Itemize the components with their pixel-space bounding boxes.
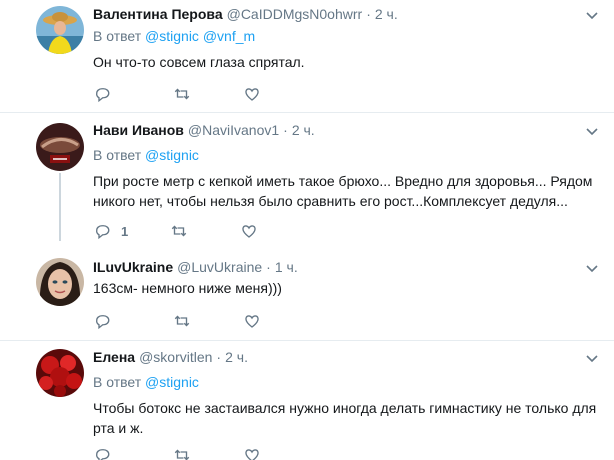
reply-icon <box>96 315 110 330</box>
timestamp[interactable]: 2 ч. <box>292 122 315 138</box>
retweet-button[interactable] <box>173 85 191 103</box>
separator: · <box>266 259 271 275</box>
reply-button[interactable] <box>93 85 121 103</box>
avatar[interactable] <box>36 258 84 306</box>
author-handle[interactable]: @skorvitlen <box>139 349 212 365</box>
author-name[interactable]: Елена <box>93 349 135 365</box>
caret-down-icon[interactable] <box>586 353 598 365</box>
retweet-button[interactable] <box>173 446 191 460</box>
tweet-actions <box>93 311 313 331</box>
tweet-actions <box>93 445 313 460</box>
retweet-icon <box>174 449 190 460</box>
reply-icon <box>96 449 110 460</box>
reply-to-mentions[interactable]: @stignic <box>145 147 199 163</box>
tweet-header: Елена @skorvitlen · 2 ч. <box>93 349 248 369</box>
tweet-text: При росте метр с кепкой иметь такое брюх… <box>93 173 593 209</box>
like-button[interactable] <box>243 312 261 330</box>
like-button[interactable] <box>243 85 261 103</box>
reply-to-mentions[interactable]: @stignic @vnf_m <box>145 28 255 44</box>
reply-to-label: В ответ <box>93 147 142 163</box>
reply-button[interactable]: 1 <box>93 222 128 240</box>
retweet-button[interactable] <box>170 222 188 240</box>
timestamp[interactable]: 1 ч. <box>275 259 298 275</box>
reply-to-label: В ответ <box>93 28 142 44</box>
tweet-actions <box>93 84 313 104</box>
reply-to-mentions[interactable]: @stignic <box>145 374 199 390</box>
timestamp[interactable]: 2 ч. <box>225 349 248 365</box>
like-icon <box>242 225 256 238</box>
author-name[interactable]: ILuvUkraine <box>93 259 173 275</box>
retweet-icon <box>174 88 190 100</box>
tweet-text: Он что-то совсем глаза спрятал. <box>93 54 305 70</box>
like-icon <box>245 315 259 328</box>
reply-count: 1 <box>121 223 129 239</box>
retweet-button[interactable] <box>173 312 191 330</box>
tweet-actions: 1 <box>93 221 310 241</box>
like-button[interactable] <box>240 222 258 240</box>
reply-button[interactable] <box>93 312 121 330</box>
tweet-header: Валентина Перова @CaIDDMgsN0ohwrr · 2 ч. <box>93 6 398 26</box>
reply-to-label: В ответ <box>93 374 142 390</box>
caret-down-icon[interactable] <box>586 126 598 138</box>
caret-down-icon[interactable] <box>586 263 598 275</box>
avatar[interactable] <box>36 123 84 171</box>
tweet-text: 163см- немного ниже меня))) <box>93 280 282 296</box>
caret-down-icon[interactable] <box>586 10 598 22</box>
retweet-icon <box>174 315 190 327</box>
reply-icon <box>96 88 110 103</box>
like-button[interactable] <box>243 446 261 460</box>
separator: · <box>283 122 288 138</box>
author-handle[interactable]: @NaviIvanov1 <box>188 122 279 138</box>
tweet-header: Нави Иванов @NaviIvanov1 · 2 ч. <box>93 122 315 142</box>
separator: · <box>366 6 371 22</box>
separator: · <box>216 349 222 365</box>
like-icon <box>245 449 259 460</box>
retweet-icon <box>172 225 187 237</box>
reply-to-line: В ответ @stignic <box>93 374 199 390</box>
thread-line <box>59 173 61 241</box>
tweet-2[interactable]: Нави Иванов @NaviIvanov1 · 2 ч. В ответ … <box>0 113 614 250</box>
reply-to-line: В ответ @stignic <box>93 147 199 163</box>
author-name[interactable]: Валентина Перова <box>93 6 223 22</box>
author-handle[interactable]: @CaIDDMgsN0ohwrr <box>227 6 363 22</box>
timestamp[interactable]: 2 ч. <box>375 6 398 22</box>
tweet-1[interactable]: Валентина Перова @CaIDDMgsN0ohwrr · 2 ч.… <box>0 0 614 112</box>
avatar[interactable] <box>36 349 84 397</box>
tweet-4[interactable]: Елена @skorvitlen · 2 ч. В ответ @stigni… <box>0 341 614 460</box>
like-icon <box>245 88 259 101</box>
author-handle[interactable]: @LuvUkraine <box>177 259 262 275</box>
tweet-text: Чтобы ботокс не застаивался нужно иногда… <box>93 400 597 436</box>
reply-icon <box>96 225 110 240</box>
avatar[interactable] <box>36 6 84 54</box>
reply-button[interactable] <box>93 446 121 460</box>
reply-to-line: В ответ @stignic @vnf_m <box>93 28 255 44</box>
author-name[interactable]: Нави Иванов <box>93 122 184 138</box>
tweet-header: ILuvUkraine @LuvUkraine · 1 ч. <box>93 259 298 279</box>
tweet-3[interactable]: ILuvUkraine @LuvUkraine · 1 ч. 163см- не… <box>0 250 614 340</box>
